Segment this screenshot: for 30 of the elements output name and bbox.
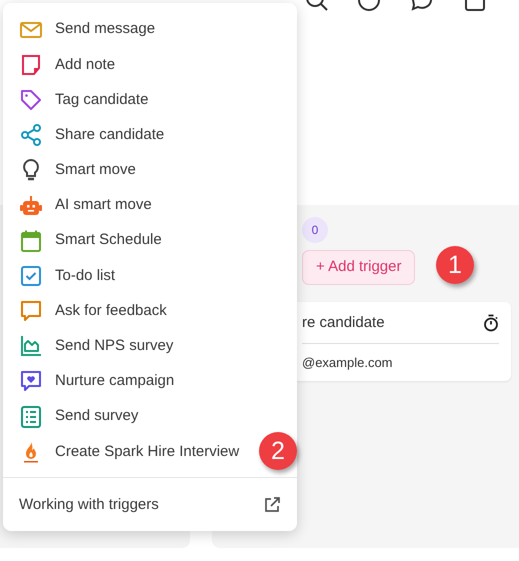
heart-bubble-icon xyxy=(19,369,43,394)
menu-item[interactable]: Add note xyxy=(3,47,132,82)
menu-item[interactable]: Smart move xyxy=(3,152,152,188)
speech-bubble-icon xyxy=(19,299,43,324)
add-trigger-button[interactable]: + Add trigger xyxy=(302,250,416,284)
menu-item[interactable]: Create Spark Hire Interview xyxy=(3,434,256,470)
checklist-icon xyxy=(19,404,43,429)
card-title: re candidate xyxy=(302,312,385,332)
menu-item[interactable]: Send NPS survey xyxy=(3,328,190,364)
menu-item[interactable]: Share candidate xyxy=(3,118,180,153)
calendar-icon xyxy=(19,228,43,253)
note-icon xyxy=(19,52,43,77)
stopwatch-icon xyxy=(483,314,499,332)
tag-icon xyxy=(19,88,43,112)
menu-item[interactable]: Ask for feedback xyxy=(3,294,183,329)
menu-item[interactable]: Send survey xyxy=(3,399,154,434)
count-badge: 0 xyxy=(302,217,328,243)
menu-item[interactable]: Smart Schedule xyxy=(3,223,178,258)
help-link[interactable]: Working with triggers xyxy=(3,478,297,532)
email-text: @example.com xyxy=(302,355,393,370)
share-icon xyxy=(19,123,43,148)
external-link-icon xyxy=(263,496,281,514)
menu-item[interactable]: Nurture campaign xyxy=(3,364,190,400)
menu-item[interactable]: AI smart move xyxy=(3,188,168,224)
menu-item[interactable]: To-do list xyxy=(3,258,132,294)
checkbox-icon xyxy=(19,264,43,288)
menu-item[interactable]: Send message xyxy=(3,12,172,48)
menu-item[interactable]: Tag candidate xyxy=(3,82,164,118)
robot-icon xyxy=(19,194,43,218)
chart-icon xyxy=(19,334,43,358)
